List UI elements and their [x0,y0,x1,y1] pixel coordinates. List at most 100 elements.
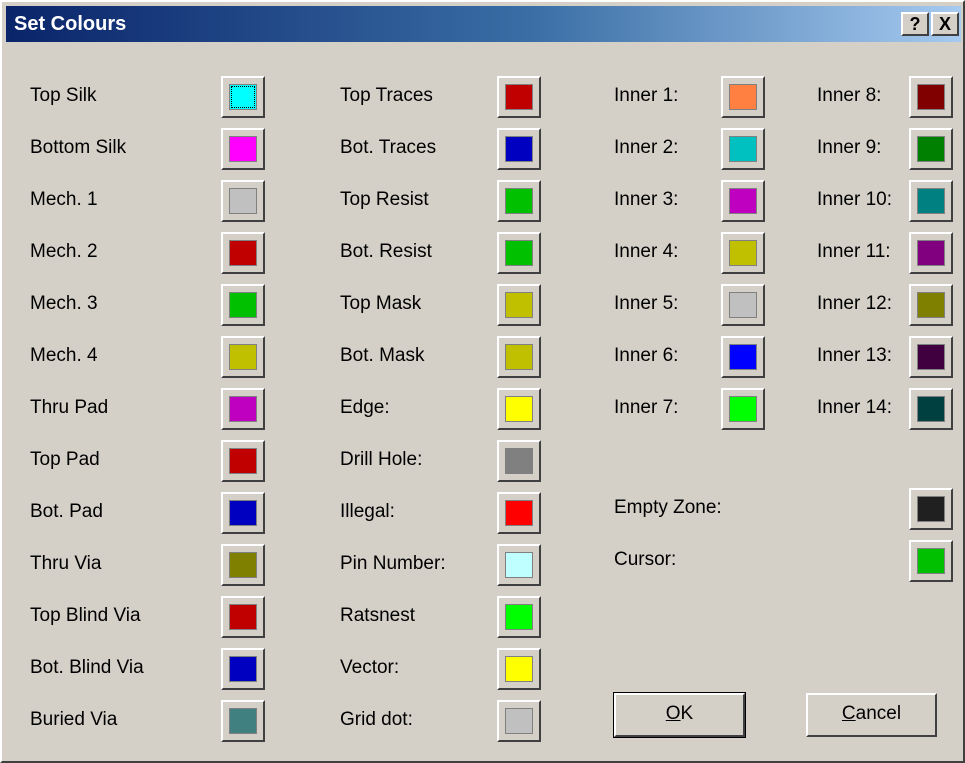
label-pin-number: Pin Number: [340,553,446,574]
label-inner-8: Inner 8: [817,85,882,106]
colour-swatch-inner-13[interactable] [909,336,953,378]
colour-swatch-bot-resist[interactable] [497,232,541,274]
colour-fill [229,708,257,734]
colour-swatch-illegal[interactable] [497,492,541,534]
colour-swatch-bottom-silk[interactable] [221,128,265,170]
label-top-pad: Top Pad [30,449,100,470]
colour-swatch-mech-3[interactable] [221,284,265,326]
colour-swatch-bot-pad[interactable] [221,492,265,534]
cancel-mnemonic: C [841,703,856,724]
colour-swatch-cursor[interactable] [909,540,953,582]
label-inner-14: Inner 14: [817,397,892,418]
colour-swatch-grid-dot[interactable] [497,700,541,742]
colour-swatch-edge[interactable] [497,388,541,430]
colour-fill [917,548,945,574]
label-inner-5: Inner 5: [614,293,679,314]
colour-fill [505,656,533,682]
close-icon[interactable]: X [931,12,959,36]
colour-swatch-inner-5[interactable] [721,284,765,326]
colour-swatch-inner-11[interactable] [909,232,953,274]
colour-fill [729,292,757,318]
label-bot-pad: Bot. Pad [30,501,103,522]
colour-swatch-thru-pad[interactable] [221,388,265,430]
label-inner-7: Inner 7: [614,397,679,418]
ok-button[interactable]: OK [613,692,746,738]
label-bot-blind-via: Bot. Blind Via [30,657,144,678]
colour-swatch-inner-2[interactable] [721,128,765,170]
label-mech-2: Mech. 2 [30,241,98,262]
label-bot-mask: Bot. Mask [340,345,425,366]
colour-fill [729,240,757,266]
colour-swatch-drill-hole[interactable] [497,440,541,482]
colour-swatch-inner-10[interactable] [909,180,953,222]
help-icon[interactable]: ? [901,12,929,36]
colour-fill [917,84,945,110]
colour-swatch-top-traces[interactable] [497,76,541,118]
colour-swatch-empty-zone[interactable] [909,488,953,530]
colour-fill [505,84,533,110]
colour-swatch-inner-3[interactable] [721,180,765,222]
label-mech-4: Mech. 4 [30,345,98,366]
colour-swatch-mech-4[interactable] [221,336,265,378]
colour-swatch-inner-7[interactable] [721,388,765,430]
colour-swatch-vector[interactable] [497,648,541,690]
colour-fill [505,136,533,162]
colour-fill [917,496,945,522]
colour-fill [505,188,533,214]
colour-swatch-inner-12[interactable] [909,284,953,326]
colour-fill [229,240,257,266]
colour-fill [229,448,257,474]
colour-swatch-thru-via[interactable] [221,544,265,586]
cancel-button[interactable]: Cancel [806,693,937,737]
colour-swatch-top-mask[interactable] [497,284,541,326]
colour-swatch-mech-2[interactable] [221,232,265,274]
label-buried-via: Buried Via [30,709,118,730]
colour-swatch-inner-1[interactable] [721,76,765,118]
colour-fill [229,84,257,110]
colour-swatch-inner-6[interactable] [721,336,765,378]
title-bar[interactable]: Set Colours ? X [6,6,961,42]
colour-swatch-mech-1[interactable] [221,180,265,222]
colour-fill [729,396,757,422]
colour-swatch-top-resist[interactable] [497,180,541,222]
ok-label-rest: K [680,703,694,724]
colour-fill [917,136,945,162]
colour-fill [729,84,757,110]
colour-fill [229,344,257,370]
colour-swatch-bot-mask[interactable] [497,336,541,378]
label-mech-1: Mech. 1 [30,189,98,210]
label-bot-traces: Bot. Traces [340,137,437,158]
colour-fill [505,500,533,526]
colour-fill [505,396,533,422]
colour-swatch-bot-blind-via[interactable] [221,648,265,690]
colour-fill [917,292,945,318]
colour-swatch-buried-via[interactable] [221,700,265,742]
colour-swatch-inner-4[interactable] [721,232,765,274]
colour-fill [505,448,533,474]
colour-swatch-top-silk[interactable] [221,76,265,118]
colour-swatch-inner-14[interactable] [909,388,953,430]
colour-swatch-top-pad[interactable] [221,440,265,482]
label-inner-4: Inner 4: [614,241,679,262]
label-top-mask: Top Mask [340,293,422,314]
colour-swatch-bot-traces[interactable] [497,128,541,170]
cancel-label-rest: ancel [855,703,902,724]
colour-swatch-inner-9[interactable] [909,128,953,170]
colour-swatch-inner-8[interactable] [909,76,953,118]
label-ratsnest: Ratsnest [340,605,415,626]
label-inner-11: Inner 11: [817,241,891,262]
label-inner-12: Inner 12: [817,293,892,314]
colour-swatch-ratsnest[interactable] [497,596,541,638]
colour-fill [505,344,533,370]
colour-swatch-pin-number[interactable] [497,544,541,586]
label-vector: Vector: [340,657,400,678]
label-inner-9: Inner 9: [817,137,882,158]
label-inner-10: Inner 10: [817,189,892,210]
colour-fill [229,552,257,578]
label-inner-6: Inner 6: [614,345,679,366]
label-inner-13: Inner 13: [817,345,892,366]
colour-fill [505,552,533,578]
colour-fill [229,188,257,214]
colour-swatch-top-blind-via[interactable] [221,596,265,638]
colour-fill [505,292,533,318]
